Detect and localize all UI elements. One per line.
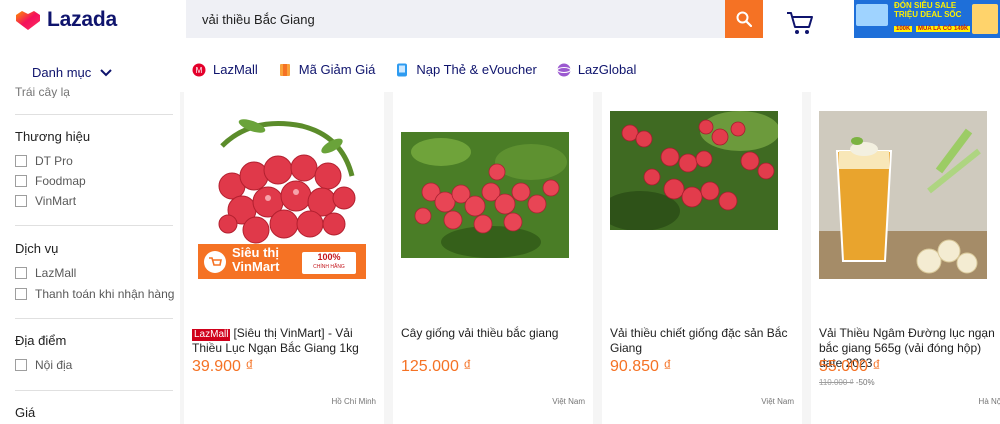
- original-price-row: 110.000 ₫ -50%: [819, 378, 875, 387]
- checkbox[interactable]: [15, 359, 27, 371]
- original-price: 110.000 ₫: [819, 378, 854, 387]
- search-box: [186, 0, 725, 38]
- vinmart-banner-title: Siêu thị VinMart: [232, 245, 280, 274]
- filter-brand-foodmap[interactable]: Foodmap: [15, 174, 86, 188]
- product-location: Hồ Chí Minh: [331, 397, 376, 406]
- nav-link-voucher[interactable]: Mã Giảm Giá: [278, 62, 376, 77]
- lychee-orchard-image: [610, 111, 778, 230]
- lazglobal-icon: [556, 63, 571, 76]
- product-image[interactable]: Siêu thị VinMart 100% CHÍNH HÃNG: [192, 106, 376, 280]
- filter-item-cut[interactable]: Trái cây lạ: [15, 84, 70, 98]
- nav-link-label: Nạp Thẻ & eVoucher: [416, 62, 537, 77]
- price-filter-title: Giá: [15, 405, 36, 420]
- nav-link-label: LazGlobal: [577, 62, 637, 77]
- search-input[interactable]: [186, 0, 722, 38]
- product-price: 90.850 ₫: [610, 358, 672, 375]
- lazmall-badge: LazMall: [192, 329, 231, 341]
- filter-location-domestic[interactable]: Nội địa: [15, 358, 72, 372]
- lazada-logo[interactable]: Lazada: [14, 8, 117, 32]
- voucher-icon: [279, 63, 290, 76]
- checkbox[interactable]: [15, 175, 27, 187]
- product-card[interactable]: Vải thiều chiết giống đặc sản Bắc Giang …: [602, 92, 802, 424]
- lazada-heart-icon: [16, 11, 40, 30]
- product-card[interactable]: Vải Thiều Ngâm Đường lục ngạn bắc giang …: [811, 92, 1000, 424]
- filter-sidebar: Trái cây lạ Thương hiệu DT Pro Foodmap V…: [0, 86, 180, 424]
- promo-banner[interactable]: ĐÓN SIÊU SALE TRIỆU DEAL SỐC 100K MUA LÀ…: [854, 0, 1000, 38]
- svg-text:M: M: [196, 66, 203, 75]
- topup-icon: [397, 63, 408, 76]
- product-title[interactable]: Vải thiều chiết giống đặc sản Bắc Giang: [610, 326, 798, 356]
- checkbox[interactable]: [15, 195, 27, 207]
- genuine-badge: 100% CHÍNH HÃNG: [302, 252, 356, 274]
- promo-line-2: TRIỆU DEAL SỐC: [894, 10, 962, 19]
- product-image[interactable]: [401, 132, 569, 258]
- filter-brand-vinmart[interactable]: VinMart: [15, 194, 76, 208]
- checkbox[interactable]: [15, 155, 27, 167]
- product-title[interactable]: Cây giống vải thiều bắc giang: [401, 326, 589, 341]
- filter-service-lazmall[interactable]: LazMall: [15, 266, 76, 280]
- checkbox[interactable]: [15, 267, 27, 279]
- promo-products-image-2: [972, 4, 998, 34]
- genuine-badge-percent: 100%: [317, 252, 341, 262]
- service-filter-title: Dịch vụ: [15, 241, 59, 256]
- product-image[interactable]: [610, 111, 778, 230]
- filter-brand-dtpro[interactable]: DT Pro: [15, 154, 73, 168]
- nav-links: M LazMall Mã Giảm Giá Nạp Thẻ & eVoucher…: [192, 62, 656, 77]
- nav-link-lazmall[interactable]: M LazMall: [192, 62, 258, 77]
- divider: [15, 390, 173, 391]
- product-image[interactable]: [819, 111, 987, 279]
- checkbox[interactable]: [15, 288, 27, 300]
- top-header: Lazada ĐÓN SIÊU SALE TRIỆU DEAL SỐC 100K…: [0, 0, 1000, 42]
- discount-percent: -50%: [855, 378, 875, 387]
- product-card[interactable]: Siêu thị VinMart 100% CHÍNH HÃNG LazMall…: [184, 92, 384, 424]
- divider: [15, 225, 173, 226]
- product-price: 39.900 ₫: [192, 358, 254, 375]
- product-location: Hà Nội: [978, 397, 1000, 406]
- search-button[interactable]: [725, 0, 763, 38]
- filter-label: Foodmap: [35, 174, 86, 188]
- product-card[interactable]: Cây giống vải thiều bắc giang 125.000 ₫ …: [393, 92, 593, 424]
- promo-badge-1: 100K: [894, 26, 913, 32]
- cart-icon: [787, 12, 813, 34]
- promo-line-1: ĐÓN SIÊU SALE: [894, 1, 957, 10]
- promo-products-image: [856, 4, 888, 26]
- promo-badge-3: 149K: [952, 26, 971, 32]
- shopping-cart-icon: [204, 251, 226, 273]
- genuine-badge-label: CHÍNH HÃNG: [313, 264, 345, 270]
- brand-name: Lazada: [47, 8, 117, 31]
- product-title[interactable]: LazMall [Siêu thị VinMart] - Vải Thiều Lụ…: [192, 326, 380, 356]
- location-filter-title: Địa điểm: [15, 333, 67, 348]
- nav-bar: Danh mục M LazMall Mã Giảm Giá Nạp Thẻ &…: [0, 42, 1000, 92]
- divider: [15, 114, 173, 115]
- product-location: Việt Nam: [761, 397, 794, 406]
- product-price: 55.000 ₫: [819, 358, 881, 375]
- cart-button[interactable]: [786, 10, 814, 36]
- filter-service-cod[interactable]: Thanh toán khi nhận hàng: [15, 287, 174, 301]
- product-location: Việt Nam: [552, 397, 585, 406]
- filter-label: VinMart: [35, 194, 77, 208]
- chevron-down-icon: [100, 68, 112, 76]
- nav-link-label: LazMall: [213, 62, 258, 77]
- filter-label: Thanh toán khi nhận hàng: [35, 287, 175, 301]
- filter-label: LazMall: [35, 266, 77, 280]
- nav-link-label: Mã Giảm Giá: [298, 62, 376, 77]
- filter-label: Nội địa: [35, 358, 73, 372]
- search-icon: [736, 11, 752, 27]
- category-label: Danh mục: [32, 65, 92, 80]
- lychee-tree-image: [401, 132, 569, 258]
- nav-link-lazglobal[interactable]: LazGlobal: [556, 62, 637, 77]
- lazmall-icon: M: [192, 63, 206, 76]
- divider: [15, 318, 173, 319]
- vinmart-banner: Siêu thị VinMart 100% CHÍNH HÃNG: [198, 244, 366, 279]
- brand-filter-title: Thương hiệu: [15, 129, 91, 144]
- filter-label: DT Pro: [35, 154, 73, 168]
- category-menu[interactable]: Danh mục: [32, 65, 112, 80]
- nav-link-topup[interactable]: Nạp Thẻ & eVoucher: [395, 62, 537, 77]
- lychee-drink-image: [819, 111, 987, 279]
- product-price: 125.000 ₫: [401, 358, 472, 375]
